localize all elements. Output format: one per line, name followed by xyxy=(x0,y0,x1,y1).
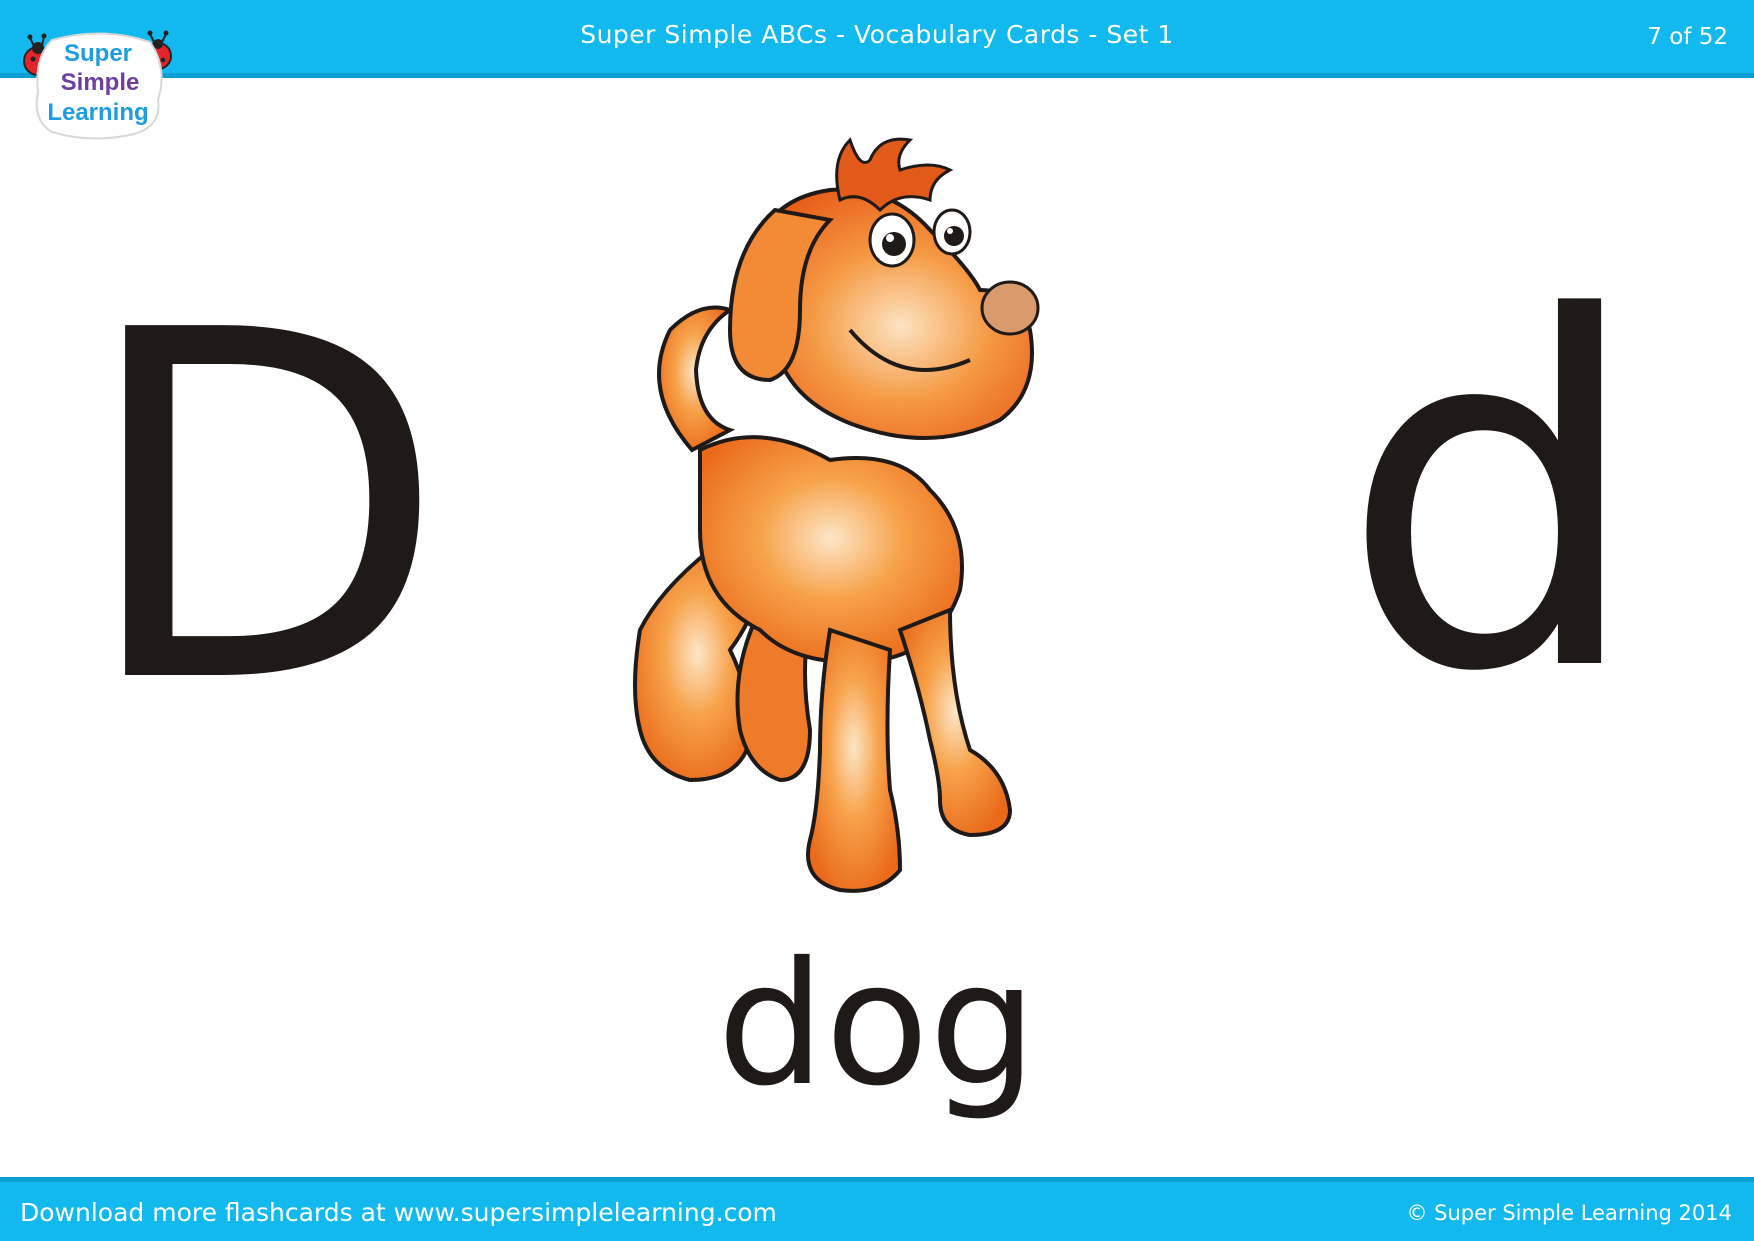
dog-illustration xyxy=(633,137,1040,893)
logo-text-line1: Super xyxy=(64,40,132,67)
footer-download-link[interactable]: Download more flashcards at www.supersim… xyxy=(20,1198,777,1227)
flashcard-page: Super Simple ABCs - Vocabulary Cards - S… xyxy=(0,0,1754,1241)
logo-text-line2: Simple xyxy=(61,69,140,96)
footer-copyright: © Super Simple Learning 2014 xyxy=(1406,1201,1732,1225)
super-simple-learning-logo: Super Simple Learning xyxy=(23,30,172,140)
lowercase-letter: d xyxy=(1340,218,1645,777)
header-title: Super Simple ABCs - Vocabulary Cards - S… xyxy=(580,20,1174,49)
page-counter: 7 of 52 xyxy=(1647,24,1728,50)
vocabulary-word: dog xyxy=(717,926,1037,1124)
uppercase-letter: D xyxy=(78,230,448,789)
header-divider xyxy=(0,73,1754,78)
logo-text-line3: Learning xyxy=(47,99,148,126)
